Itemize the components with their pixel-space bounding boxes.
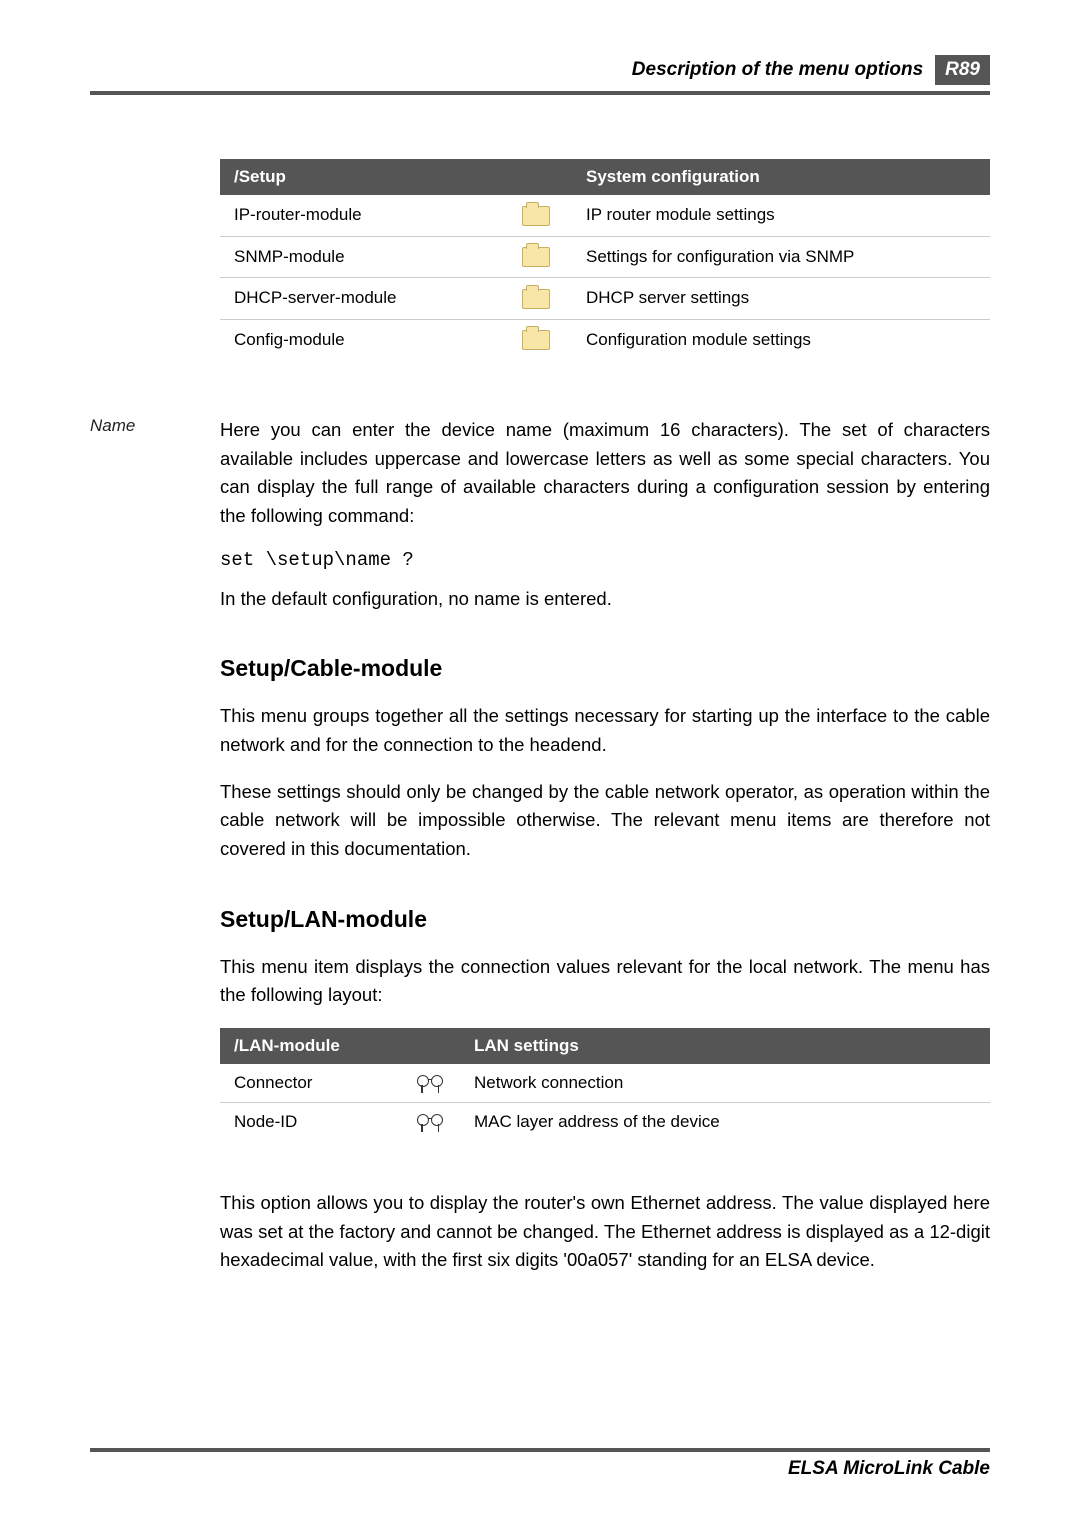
setup-row-name: DHCP-server-module: [220, 278, 500, 320]
table-row: Config-module Configuration module setti…: [220, 319, 990, 360]
setup-row-name: Config-module: [220, 319, 500, 360]
table-row: SNMP-module Settings for configuration v…: [220, 236, 990, 278]
glasses-icon: [417, 1114, 443, 1132]
folder-icon: [522, 289, 550, 309]
cable-module-heading: Setup/Cable-module: [220, 655, 990, 682]
page-header: Description of the menu options R89: [90, 55, 990, 85]
setup-row-desc: Configuration module settings: [572, 319, 990, 360]
setup-row-name: SNMP-module: [220, 236, 500, 278]
setup-table: /Setup System configuration IP-router-mo…: [220, 159, 990, 360]
folder-icon: [522, 247, 550, 267]
folder-icon: [522, 330, 550, 350]
code-command: set \setup\name ?: [220, 549, 990, 571]
table-row: IP-router-module IP router module settin…: [220, 195, 990, 236]
lan-row-desc: Network connection: [460, 1064, 990, 1103]
setup-row-desc: DHCP server settings: [572, 278, 990, 320]
header-rule: [90, 91, 990, 95]
setup-row-name: IP-router-module: [220, 195, 500, 236]
lan-table-header-path: /LAN-module: [220, 1028, 400, 1064]
footer-rule: [90, 1448, 990, 1452]
name-description-para: Here you can enter the device name (maxi…: [220, 416, 990, 531]
margin-label-name: Name: [90, 416, 220, 436]
setup-table-header-desc: System configuration: [572, 159, 990, 195]
lan-row-desc: MAC layer address of the device: [460, 1103, 990, 1142]
lan-module-heading: Setup/LAN-module: [220, 906, 990, 933]
setup-row-desc: Settings for configuration via SNMP: [572, 236, 990, 278]
table-row: Node-ID MAC layer address of the device: [220, 1103, 990, 1142]
header-title: Description of the menu options: [632, 59, 923, 81]
lan-row-name: Node-ID: [220, 1103, 400, 1142]
setup-table-header-path: /Setup: [220, 159, 500, 195]
table-row: DHCP-server-module DHCP server settings: [220, 278, 990, 320]
lan-table-header-desc: LAN settings: [460, 1028, 990, 1064]
footer-text: ELSA MicroLink Cable: [90, 1458, 990, 1480]
name-default-para: In the default configuration, no name is…: [220, 585, 990, 614]
setup-row-desc: IP router module settings: [572, 195, 990, 236]
lan-table-header-icon: [400, 1028, 460, 1064]
node-id-para: This option allows you to display the ro…: [220, 1189, 990, 1275]
folder-icon: [522, 206, 550, 226]
page-number-badge: R89: [935, 55, 990, 85]
page-footer: ELSA MicroLink Cable: [90, 1448, 990, 1480]
setup-table-header-icon: [500, 159, 572, 195]
lan-row-name: Connector: [220, 1064, 400, 1103]
glasses-icon: [417, 1075, 443, 1093]
table-row: Connector Network connection: [220, 1064, 990, 1103]
lan-para-1: This menu item displays the connection v…: [220, 953, 990, 1010]
lan-table: /LAN-module LAN settings Connector: [220, 1028, 990, 1141]
cable-para-2: These settings should only be changed by…: [220, 778, 990, 864]
cable-para-1: This menu groups together all the settin…: [220, 702, 990, 759]
